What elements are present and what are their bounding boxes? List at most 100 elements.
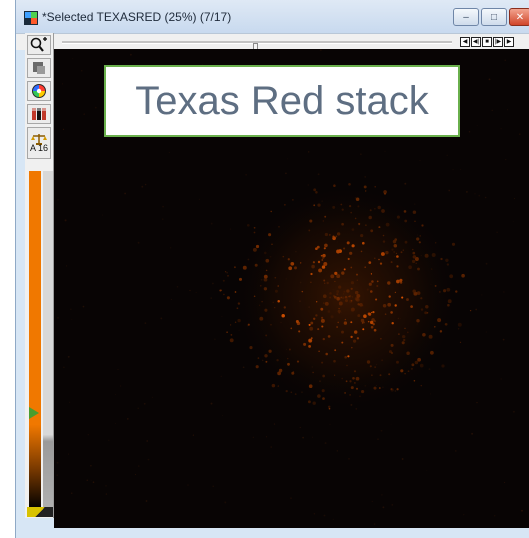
title-bar[interactable]: *Selected TEXASRED (25%) (7/17) – □ ✕ (16, 0, 529, 36)
fluorescence-spot (395, 252, 398, 255)
last-plane-button[interactable]: ▶ (504, 37, 514, 47)
fluorescence-spot (274, 289, 278, 293)
fluorescence-spot (407, 370, 410, 373)
background-noise-spot (245, 174, 247, 176)
fluorescence-spot (277, 371, 281, 376)
background-noise-spot (465, 190, 468, 193)
fluorescence-spot (360, 234, 364, 238)
background-noise-spot (260, 278, 263, 281)
background-noise-spot (285, 348, 287, 350)
fluorescence-spot (321, 389, 325, 393)
previous-plane-button[interactable]: ◀| (471, 37, 481, 47)
fluorescence-spot (339, 298, 341, 300)
background-noise-spot (364, 384, 367, 387)
plane-slider[interactable] (62, 41, 452, 53)
fluorescence-spot (457, 322, 462, 327)
fluorescence-spot (431, 253, 436, 257)
fluorescence-spot (412, 248, 414, 251)
fluorescence-spot (446, 263, 450, 266)
background-noise-spot (83, 113, 86, 116)
fluorescence-spot (404, 327, 406, 330)
maximize-button[interactable]: □ (481, 8, 507, 26)
background-noise-spot (512, 410, 515, 413)
background-noise-spot (302, 436, 304, 439)
fluorescence-spot (315, 191, 318, 194)
fluorescence-spot (388, 295, 391, 298)
balance-button[interactable]: A 16 (27, 127, 51, 159)
fluorescence-spot (439, 291, 441, 293)
fluorescence-spot (238, 277, 243, 281)
app-icon (24, 11, 38, 25)
color-button[interactable] (27, 81, 51, 101)
fluorescence-spot (343, 247, 346, 250)
fluorescence-spot (372, 323, 375, 326)
background-noise-spot (468, 131, 471, 133)
fluorescence-spot (350, 321, 353, 324)
fluorescence-spot (276, 359, 279, 362)
background-noise-spot (311, 436, 314, 438)
fluorescence-spot (292, 199, 294, 201)
fluorescence-spot (336, 290, 340, 293)
fluorescence-spot (290, 261, 295, 266)
background-noise-spot (147, 458, 150, 461)
fluorescence-spot (380, 252, 385, 256)
background-noise-spot (494, 515, 496, 517)
fluorescence-spot (341, 296, 345, 300)
fluorescence-spot (370, 273, 372, 275)
zoom-button[interactable] (27, 35, 51, 55)
background-noise-spot (380, 429, 383, 432)
first-plane-button[interactable]: ◀ (460, 37, 470, 47)
background-noise-spot (220, 375, 222, 377)
fluorescence-spot (379, 374, 382, 377)
background-noise-spot (381, 494, 383, 496)
fluorescence-spot (328, 233, 331, 236)
background-noise-spot (518, 133, 521, 136)
fluorescence-spot (402, 334, 406, 339)
background-noise-spot (319, 49, 322, 52)
fluorescence-spot (373, 386, 377, 390)
fluorescence-spot (387, 281, 391, 285)
fluorescence-spot (321, 256, 325, 260)
fluorescence-spot (366, 360, 371, 364)
fluorescence-spot (354, 290, 359, 295)
background-noise-spot (224, 501, 227, 504)
background-noise-spot (382, 506, 385, 509)
image-viewer[interactable]: Texas Red stack (54, 49, 529, 529)
fluorescence-spot (381, 359, 384, 362)
fluorescence-spot (449, 274, 454, 279)
fluorescence-spot (420, 384, 423, 387)
region-button[interactable] (27, 58, 51, 78)
fluorescence-spot (430, 350, 434, 355)
display-range-button[interactable] (27, 104, 51, 124)
region-icon (33, 62, 45, 74)
background-noise-spot (506, 109, 508, 111)
fluorescence-spot (308, 338, 313, 343)
fluorescence-spot (296, 360, 300, 363)
fluorescence-spot (378, 226, 381, 229)
background-noise-spot (222, 415, 223, 417)
fluorescence-spot (317, 394, 321, 398)
fluorescence-spot (334, 271, 338, 276)
background-noise-spot (69, 401, 71, 403)
fluorescence-spot (451, 242, 456, 246)
background-noise-spot (57, 317, 59, 319)
fluorescence-spot (410, 305, 413, 308)
fluorescence-spot (255, 365, 259, 369)
fluorescence-spot (396, 388, 399, 391)
minimize-button[interactable]: – (453, 8, 479, 26)
fluorescence-spot (313, 317, 316, 320)
fluorescence-spot (323, 247, 326, 250)
background-noise-spot (324, 442, 327, 445)
stop-button[interactable]: ■ (482, 37, 492, 47)
lut-low-marker[interactable] (27, 507, 53, 517)
lut-high-marker[interactable] (29, 407, 39, 419)
close-button[interactable]: ✕ (509, 8, 529, 26)
fluorescence-spot (336, 326, 338, 328)
lut-colorbar[interactable] (29, 171, 41, 509)
background-noise-spot (376, 364, 378, 366)
background-noise-spot (308, 229, 310, 232)
plane-toolbar: ◀ ◀| ■ |▶ ▶ (16, 33, 529, 53)
fluorescence-spot (329, 296, 332, 299)
next-plane-button[interactable]: |▶ (493, 37, 503, 47)
fluorescence-spot (364, 266, 367, 269)
